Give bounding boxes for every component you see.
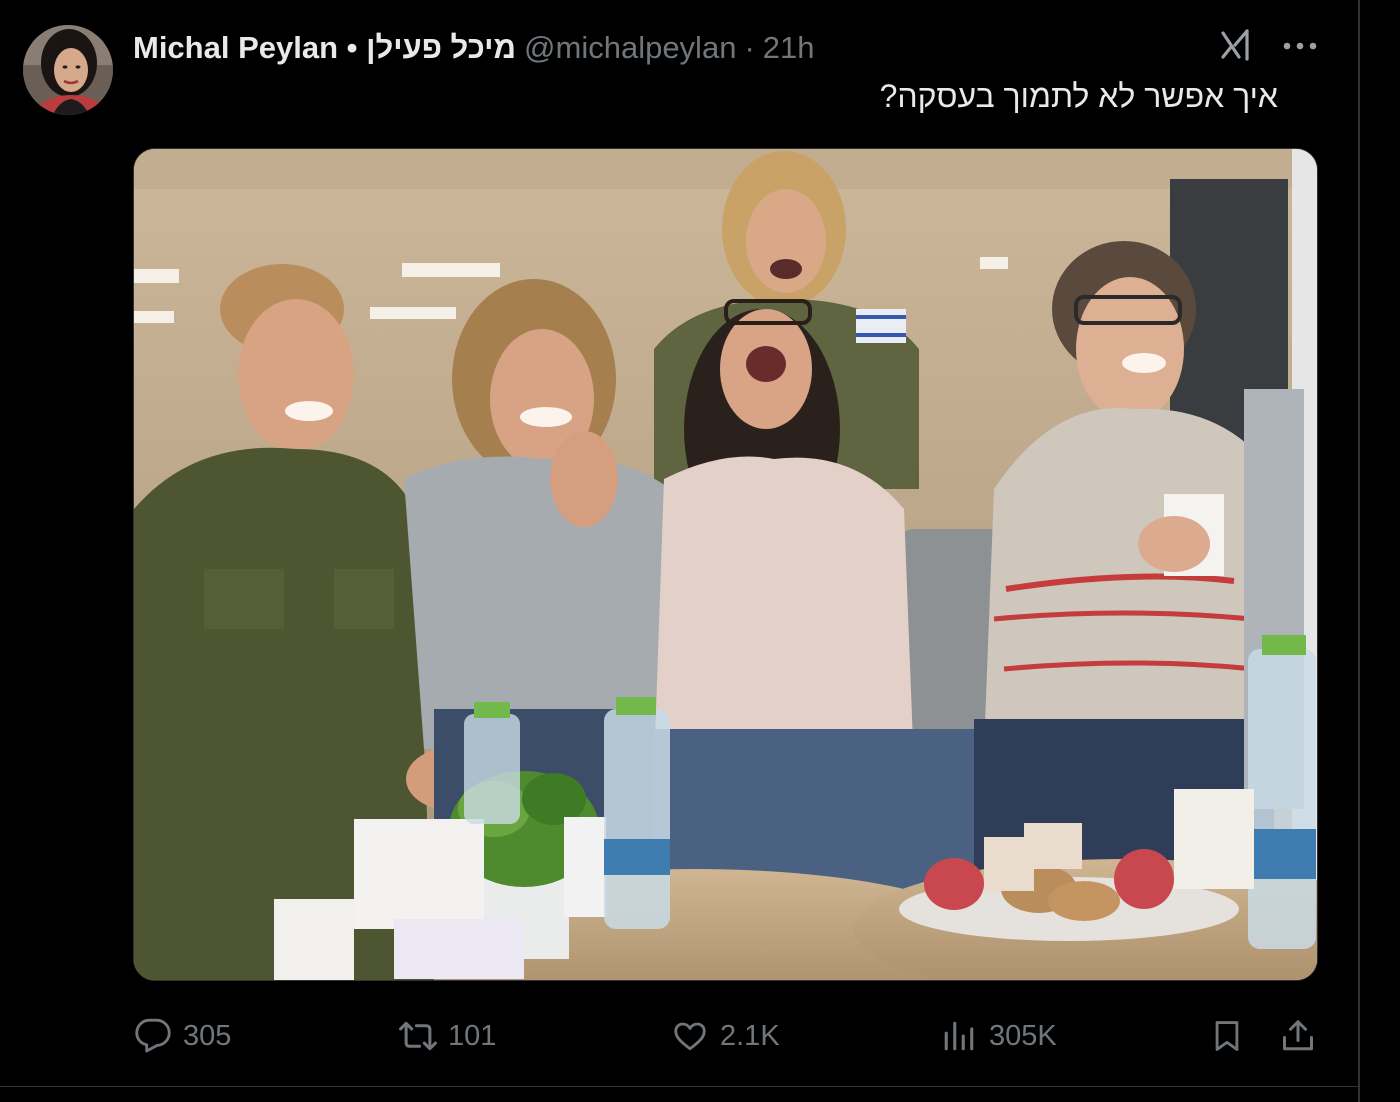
tweet-header: Michal Peylan • מיכל פעילן @michalpeylan… [133, 28, 815, 68]
author-handle[interactable]: @michalpeylan [524, 30, 736, 66]
grok-icon[interactable] [1216, 26, 1256, 66]
avatar[interactable] [23, 25, 113, 115]
share-icon [1278, 1016, 1318, 1056]
tweet-text: איך אפשר לא לתמוך בעסקה? [879, 78, 1278, 114]
more-icon[interactable] [1280, 28, 1320, 64]
bookmark-icon [1207, 1016, 1247, 1056]
tweet-photo[interactable] [133, 148, 1318, 981]
like-button[interactable]: 2.1K [670, 1010, 780, 1062]
views-count: 305K [989, 1019, 1057, 1052]
reply-button[interactable]: 305 [133, 1010, 231, 1062]
header-separator: · [744, 30, 755, 65]
author-display-name[interactable]: Michal Peylan • מיכל פעילן [133, 30, 516, 66]
like-icon [670, 1016, 710, 1056]
retweet-count: 101 [448, 1019, 497, 1052]
share-button[interactable] [1278, 1010, 1318, 1062]
views-button[interactable]: 305K [939, 1010, 1057, 1062]
like-count: 2.1K [720, 1019, 780, 1052]
tweet-timestamp[interactable]: 21h [763, 30, 815, 66]
bookmark-button[interactable] [1207, 1010, 1247, 1062]
views-icon [939, 1016, 979, 1056]
reply-icon [133, 1016, 173, 1056]
tweet: Michal Peylan • מיכל פעילן @michalpeylan… [0, 0, 1358, 1087]
tweet-actions: 305 101 2.1K 305K [133, 1010, 1323, 1062]
retweet-icon [398, 1016, 438, 1056]
retweet-button[interactable]: 101 [398, 1010, 496, 1062]
reply-count: 305 [183, 1019, 232, 1052]
timeline-divider [1358, 0, 1360, 1102]
